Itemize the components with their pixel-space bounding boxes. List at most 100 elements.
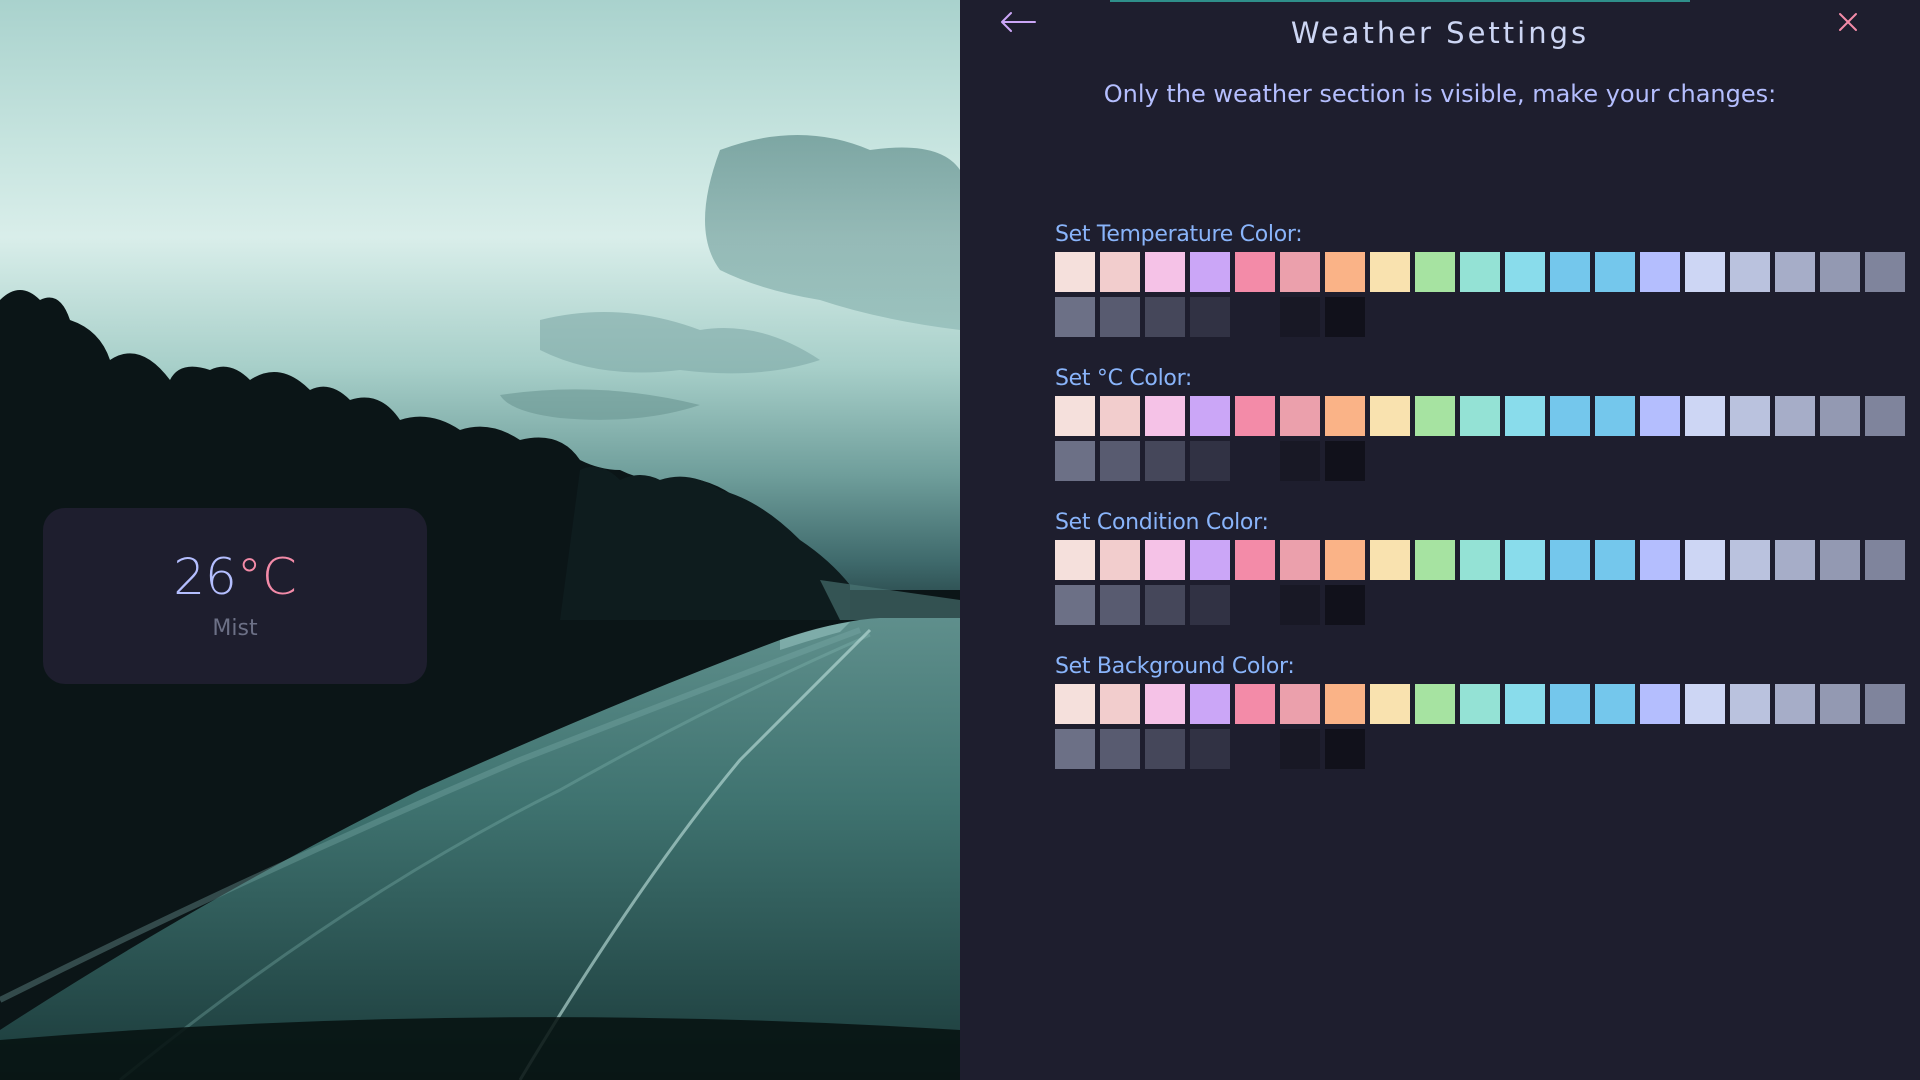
- color-swatch[interactable]: [1325, 540, 1365, 580]
- color-swatch[interactable]: [1190, 540, 1230, 580]
- color-swatch[interactable]: [1235, 396, 1275, 436]
- color-swatch[interactable]: [1100, 540, 1140, 580]
- color-swatch[interactable]: [1460, 396, 1500, 436]
- color-swatch[interactable]: [1145, 540, 1185, 580]
- color-swatch[interactable]: [1055, 729, 1095, 769]
- color-swatch[interactable]: [1550, 684, 1590, 724]
- color-swatch[interactable]: [1460, 540, 1500, 580]
- color-swatch[interactable]: [1190, 252, 1230, 292]
- color-swatch[interactable]: [1055, 540, 1095, 580]
- color-swatch[interactable]: [1505, 396, 1545, 436]
- color-swatch[interactable]: [1370, 396, 1410, 436]
- color-swatch[interactable]: [1280, 252, 1320, 292]
- color-swatch[interactable]: [1100, 396, 1140, 436]
- color-swatch[interactable]: [1415, 252, 1455, 292]
- color-swatch[interactable]: [1775, 540, 1815, 580]
- color-swatch[interactable]: [1595, 684, 1635, 724]
- color-swatch[interactable]: [1325, 396, 1365, 436]
- color-swatch[interactable]: [1145, 252, 1185, 292]
- color-swatch[interactable]: [1865, 252, 1905, 292]
- color-swatch[interactable]: [1820, 396, 1860, 436]
- color-swatch[interactable]: [1325, 441, 1365, 481]
- color-swatch[interactable]: [1055, 396, 1095, 436]
- color-swatch[interactable]: [1865, 540, 1905, 580]
- color-swatch[interactable]: [1145, 396, 1185, 436]
- color-swatch[interactable]: [1460, 252, 1500, 292]
- color-swatch[interactable]: [1190, 684, 1230, 724]
- color-swatch[interactable]: [1730, 540, 1770, 580]
- color-swatch[interactable]: [1190, 729, 1230, 769]
- color-swatch[interactable]: [1640, 252, 1680, 292]
- color-swatch[interactable]: [1145, 585, 1185, 625]
- color-swatch[interactable]: [1550, 252, 1590, 292]
- color-swatch[interactable]: [1235, 252, 1275, 292]
- color-swatch[interactable]: [1730, 684, 1770, 724]
- color-swatch[interactable]: [1100, 585, 1140, 625]
- color-swatch[interactable]: [1280, 297, 1320, 337]
- color-swatch[interactable]: [1415, 684, 1455, 724]
- color-swatch[interactable]: [1055, 252, 1095, 292]
- color-swatch[interactable]: [1505, 684, 1545, 724]
- color-swatch[interactable]: [1235, 297, 1275, 337]
- color-swatch[interactable]: [1055, 684, 1095, 724]
- color-swatch[interactable]: [1775, 396, 1815, 436]
- color-swatch[interactable]: [1640, 684, 1680, 724]
- color-swatch[interactable]: [1820, 684, 1860, 724]
- color-swatch[interactable]: [1730, 396, 1770, 436]
- color-swatch[interactable]: [1325, 729, 1365, 769]
- color-swatch[interactable]: [1685, 252, 1725, 292]
- color-swatch[interactable]: [1235, 441, 1275, 481]
- color-swatch[interactable]: [1595, 396, 1635, 436]
- color-swatch[interactable]: [1325, 297, 1365, 337]
- color-swatch[interactable]: [1100, 297, 1140, 337]
- color-swatch[interactable]: [1820, 540, 1860, 580]
- color-swatch[interactable]: [1055, 297, 1095, 337]
- color-swatch[interactable]: [1145, 297, 1185, 337]
- color-swatch[interactable]: [1550, 540, 1590, 580]
- color-swatch[interactable]: [1055, 441, 1095, 481]
- color-swatch[interactable]: [1685, 540, 1725, 580]
- color-swatch[interactable]: [1595, 540, 1635, 580]
- color-swatch[interactable]: [1280, 540, 1320, 580]
- color-swatch[interactable]: [1865, 396, 1905, 436]
- color-swatch[interactable]: [1505, 252, 1545, 292]
- color-swatch[interactable]: [1595, 252, 1635, 292]
- color-swatch[interactable]: [1280, 441, 1320, 481]
- color-swatch[interactable]: [1190, 297, 1230, 337]
- color-swatch[interactable]: [1235, 585, 1275, 625]
- color-swatch[interactable]: [1235, 540, 1275, 580]
- color-swatch[interactable]: [1190, 396, 1230, 436]
- color-swatch[interactable]: [1640, 540, 1680, 580]
- color-swatch[interactable]: [1325, 252, 1365, 292]
- color-swatch[interactable]: [1100, 252, 1140, 292]
- color-swatch[interactable]: [1145, 684, 1185, 724]
- color-swatch[interactable]: [1280, 729, 1320, 769]
- color-swatch[interactable]: [1100, 441, 1140, 481]
- color-swatch[interactable]: [1370, 684, 1410, 724]
- color-swatch[interactable]: [1415, 396, 1455, 436]
- color-swatch[interactable]: [1055, 585, 1095, 625]
- color-swatch[interactable]: [1235, 684, 1275, 724]
- color-swatch[interactable]: [1460, 684, 1500, 724]
- color-swatch[interactable]: [1730, 252, 1770, 292]
- color-swatch[interactable]: [1100, 729, 1140, 769]
- color-swatch[interactable]: [1190, 585, 1230, 625]
- color-swatch[interactable]: [1235, 729, 1275, 769]
- color-swatch[interactable]: [1100, 684, 1140, 724]
- color-swatch[interactable]: [1640, 396, 1680, 436]
- color-swatch[interactable]: [1280, 396, 1320, 436]
- color-swatch[interactable]: [1370, 252, 1410, 292]
- color-swatch[interactable]: [1370, 540, 1410, 580]
- color-swatch[interactable]: [1820, 252, 1860, 292]
- color-swatch[interactable]: [1415, 540, 1455, 580]
- color-swatch[interactable]: [1325, 684, 1365, 724]
- color-swatch[interactable]: [1685, 684, 1725, 724]
- color-swatch[interactable]: [1505, 540, 1545, 580]
- color-swatch[interactable]: [1145, 441, 1185, 481]
- color-swatch[interactable]: [1685, 396, 1725, 436]
- color-swatch[interactable]: [1775, 252, 1815, 292]
- color-swatch[interactable]: [1280, 684, 1320, 724]
- color-swatch[interactable]: [1775, 684, 1815, 724]
- color-swatch[interactable]: [1280, 585, 1320, 625]
- color-swatch[interactable]: [1190, 441, 1230, 481]
